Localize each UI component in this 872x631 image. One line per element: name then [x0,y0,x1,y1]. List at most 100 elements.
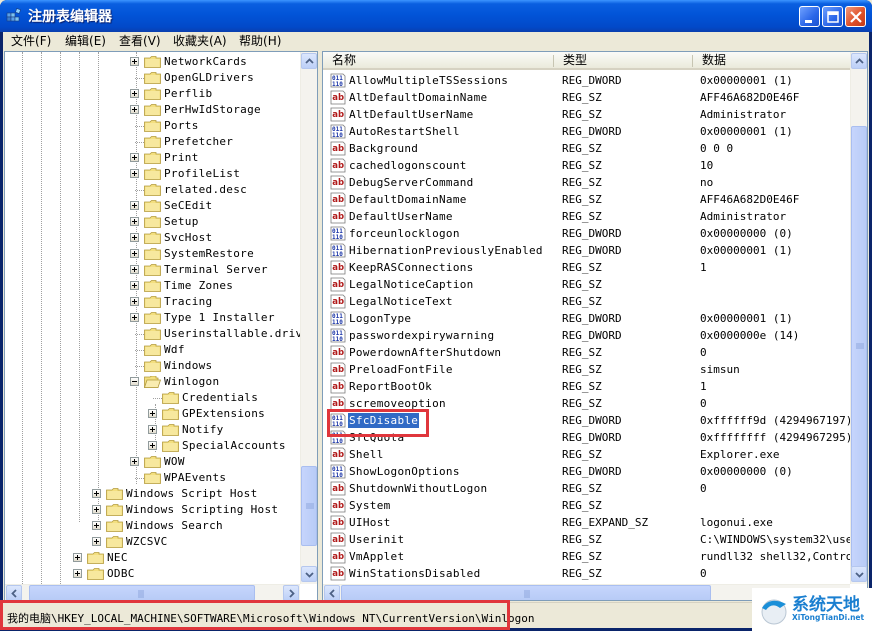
tree-item[interactable]: SeCEdit [130,198,300,214]
list-scroll-down-button[interactable] [851,566,867,582]
close-button[interactable] [845,6,866,27]
tree-item[interactable]: SpecialAccounts [148,438,300,454]
value-row[interactable]: ab ReportBootOk REG_SZ 1 [323,378,851,395]
tree-item[interactable]: Print [130,150,300,166]
column-header-data[interactable]: 数据 [693,52,851,70]
tree-item[interactable]: Prefetcher [130,134,300,150]
column-header-name[interactable]: 名称 [323,52,553,70]
value-row[interactable]: ab LegalNoticeText REG_SZ [323,293,851,310]
tree-item[interactable]: SvcHost [130,230,300,246]
tree-item[interactable]: WPAEvents [130,470,300,486]
expand-icon[interactable] [130,297,139,306]
tree-item[interactable]: Winlogon [130,374,300,390]
value-row[interactable]: ab KeepRASConnections REG_SZ 1 [323,259,851,276]
tree-hscroll-thumb[interactable] [29,585,255,600]
minimize-button[interactable] [799,6,820,27]
list-hscroll-thumb[interactable] [341,585,711,600]
expand-icon[interactable] [130,457,139,466]
maximize-button[interactable] [822,6,843,27]
title-bar[interactable]: 注册表编辑器 [0,0,872,32]
value-row[interactable]: ab Userinit REG_SZ C:\WINDOWS\system32\user… [323,531,851,548]
tree-item[interactable]: Userinstallable.drivers [130,326,317,342]
tree-item[interactable]: Terminal Server [130,262,300,278]
tree-item[interactable]: GPExtensions [148,406,300,422]
tree-scroll-up-button[interactable] [301,53,317,69]
value-row[interactable]: ab PreloadFontFile REG_SZ simsun [323,361,851,378]
expand-icon[interactable] [130,281,139,290]
expand-icon[interactable] [92,505,101,514]
menu-edit[interactable]: 编辑(E) [63,33,108,49]
menu-help[interactable]: 帮助(H) [237,33,283,49]
expand-icon[interactable] [92,521,101,530]
tree-item[interactable]: ODBC [73,566,300,582]
tree-item[interactable]: Credentials [148,390,300,406]
value-row[interactable]: ab PowerdownAfterShutdown REG_SZ 0 [323,344,851,361]
tree-item[interactable]: SystemRestore [130,246,300,262]
value-row[interactable]: ab cachedlogonscount REG_SZ 10 [323,157,851,174]
tree-item[interactable]: Windows [130,358,300,374]
expand-icon[interactable] [92,489,101,498]
expand-icon[interactable] [130,313,139,322]
expand-icon[interactable] [130,233,139,242]
tree-item[interactable]: related.desc [130,182,300,198]
tree-item[interactable]: Notify [148,422,300,438]
value-row[interactable]: ab Shell REG_SZ Explorer.exe [323,446,851,463]
value-row[interactable]: ab VmApplet REG_SZ rundll32 shell32,Control… [323,548,851,565]
expand-icon[interactable] [130,89,139,98]
tree-item[interactable]: NetworkCards [130,54,300,70]
tree-item[interactable]: Wdf [130,342,300,358]
value-row[interactable]: 011 110 passwordexpirywarning REG_DWORD 0x00… [323,327,851,344]
list-scroll-up-button[interactable] [851,53,867,69]
expand-icon[interactable] [148,409,157,418]
value-row[interactable]: 011 110 AllowMultipleTSSessions REG_DWORD 0x… [323,72,851,89]
expand-icon[interactable] [130,169,139,178]
tree-item[interactable]: ProfileList [130,166,300,182]
value-row[interactable]: ab LegalNoticeCaption REG_SZ [323,276,851,293]
list-vertical-scrollbar[interactable] [850,52,867,584]
expand-icon[interactable] [73,553,82,562]
value-row[interactable]: ab WinStationsDisabled REG_SZ 0 [323,565,851,582]
tree-item[interactable]: Time Zones [130,278,300,294]
expand-icon[interactable] [130,153,139,162]
value-row[interactable]: ab AltDefaultUserName REG_SZ Administrator [323,106,851,123]
tree-item[interactable]: Tracing [130,294,300,310]
tree-item[interactable]: PerHwIdStorage [130,102,300,118]
list-scroll-left-button[interactable] [324,585,340,600]
value-row[interactable]: 011 110 ShowLogonOptions REG_DWORD 0x0000000… [323,463,851,480]
tree-item[interactable]: Windows Script Host [92,486,300,502]
tree-horizontal-scrollbar[interactable] [5,584,300,600]
expand-icon[interactable] [73,569,82,578]
tree-vertical-scrollbar[interactable] [300,52,317,584]
expand-icon[interactable] [130,265,139,274]
tree-scroll-thumb[interactable] [301,466,317,546]
tree-scroll-down-button[interactable] [301,566,317,582]
expand-icon[interactable] [130,105,139,114]
tree-item[interactable]: Setup [130,214,300,230]
expand-icon[interactable] [148,425,157,434]
expand-icon[interactable] [148,441,157,450]
menu-view[interactable]: 查看(V) [117,33,163,49]
value-row[interactable]: ab Background REG_SZ 0 0 0 [323,140,851,157]
tree-item[interactable]: NEC [73,550,300,566]
value-row[interactable]: 011 110 forceunlocklogon REG_DWORD 0x0000000… [323,225,851,242]
value-row[interactable]: 011 110 AutoRestartShell REG_DWORD 0x0000000… [323,123,851,140]
value-row[interactable]: 011 110 LogonType REG_DWORD 0x00000001 (1) [323,310,851,327]
value-row[interactable]: 011 110 HibernationPreviouslyEnabled REG_DW… [323,242,851,259]
tree-item[interactable]: WOW [130,454,300,470]
expand-icon[interactable] [130,57,139,66]
collapse-icon[interactable] [130,377,139,386]
column-header-type[interactable]: 类型 [554,52,692,70]
tree-item[interactable]: Windows Scripting Host [92,502,300,518]
value-row[interactable]: ab DefaultDomainName REG_SZ AFF46A682D0E46F [323,191,851,208]
expand-icon[interactable] [130,201,139,210]
list-scroll-thumb[interactable] [851,126,867,568]
expand-icon[interactable] [92,537,101,546]
value-row[interactable]: ab AltDefaultDomainName REG_SZ AFF46A682D0E… [323,89,851,106]
tree-scroll-left-button[interactable] [6,585,22,600]
menu-favorites[interactable]: 收藏夹(A) [171,33,229,49]
tree-item[interactable]: OpenGLDrivers [130,70,300,86]
value-row[interactable]: ab ShutdownWithoutLogon REG_SZ 0 [323,480,851,497]
tree-scroll-right-button[interactable] [283,585,299,600]
tree-item[interactable]: Type 1 Installer [130,310,300,326]
tree-item[interactable]: Ports [130,118,300,134]
